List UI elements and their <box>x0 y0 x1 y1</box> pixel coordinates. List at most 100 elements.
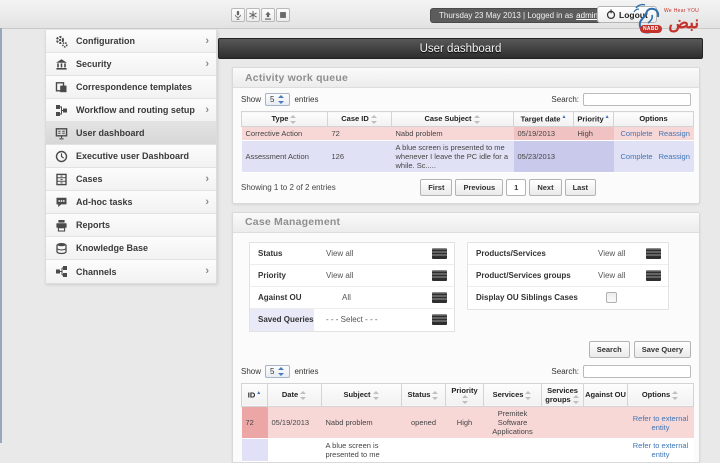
list-dropdown-icon[interactable] <box>646 248 661 259</box>
last-page-button[interactable]: Last <box>565 179 596 196</box>
list-dropdown-icon[interactable] <box>432 248 447 259</box>
gears-icon <box>46 35 76 48</box>
microphone-icon <box>233 10 243 21</box>
filter-products-services: Products/Services View all <box>468 243 668 265</box>
page-size-control: Show 5 entries <box>241 93 318 106</box>
cell-services-groups <box>542 407 584 439</box>
page-title: User dashboard <box>420 43 502 55</box>
column-header-type[interactable]: Type <box>242 112 328 127</box>
panel-title: Case Management <box>233 213 699 233</box>
list-dropdown-icon[interactable] <box>432 314 447 325</box>
entries-summary: Showing 1 to 2 of 2 entries <box>241 183 336 192</box>
cell-priority: High <box>446 407 484 439</box>
cell-services: Premitek Software Applications <box>484 407 542 439</box>
cell-status <box>402 439 446 462</box>
cell-priority <box>446 439 484 462</box>
reassign-link[interactable]: Reassign <box>659 129 690 138</box>
sidebar-item-cases[interactable]: Cases › <box>46 168 216 191</box>
column-header-subject[interactable]: Subject <box>322 383 402 407</box>
bank-icon <box>46 58 76 71</box>
speech-bubble-icon <box>46 196 76 209</box>
sidebar-item-knowledge-base[interactable]: Knowledge Base <box>46 237 216 260</box>
session-text: Thursday 23 May 2013 | Logged in as <box>439 11 573 20</box>
upload-arrow-icon <box>263 10 273 21</box>
sidebar-item-correspondence-templates[interactable]: Correspondence templates <box>46 76 216 99</box>
save-query-button[interactable]: Save Query <box>634 341 691 358</box>
activity-search: Search: <box>551 93 691 106</box>
sidebar-item-label: Ad-hoc tasks <box>76 197 133 207</box>
sidebar-item-workflow-routing[interactable]: Workflow and routing setup › <box>46 99 216 122</box>
chevron-right-icon: › <box>205 36 216 47</box>
column-header-services-groups[interactable]: Services groups <box>542 383 584 407</box>
column-header-target-date[interactable]: Target date▲ <box>514 112 574 127</box>
refer-external-entity-link[interactable]: Refer to external entity <box>633 441 688 459</box>
column-header-id[interactable]: ID▲ <box>242 383 268 407</box>
reassign-link[interactable]: Reassign <box>659 152 690 161</box>
search-button[interactable]: Search <box>589 341 630 358</box>
sidebar-item-reports[interactable]: Reports <box>46 214 216 237</box>
admin-user-link[interactable]: admin <box>576 11 598 20</box>
cell-subject: A blue screen is presented to me wheneve… <box>392 140 514 172</box>
column-header-date[interactable]: Date <box>268 383 322 407</box>
cell-options: Complete Reassign <box>614 140 694 172</box>
next-page-button[interactable]: Next <box>529 179 561 196</box>
filter-label: Product/Services groups <box>468 265 594 286</box>
column-header-services[interactable]: Services <box>484 383 542 407</box>
sort-icon <box>290 115 297 124</box>
complete-link[interactable]: Complete <box>621 152 653 161</box>
filter-label: Saved Queries <box>250 309 314 331</box>
table-row: Corrective Action 72 Nabd problem 05/19/… <box>242 126 694 140</box>
first-page-button[interactable]: First <box>420 179 452 196</box>
list-dropdown-icon[interactable] <box>432 270 447 281</box>
column-header-options[interactable]: Options <box>614 112 694 127</box>
column-header-case-subject[interactable]: Case Subject <box>392 112 514 127</box>
upload-button[interactable] <box>261 8 275 22</box>
templates-icon <box>46 81 76 94</box>
sidebar-item-label: User dashboard <box>76 128 145 138</box>
sidebar-item-label: Knowledge Base <box>76 243 148 253</box>
settings-button[interactable] <box>246 8 260 22</box>
cell-type: Assessment Action <box>242 140 328 172</box>
page-size-control: Show 5 entries <box>241 365 318 378</box>
sidebar-item-adhoc-tasks[interactable]: Ad-hoc tasks › <box>46 191 216 214</box>
sidebar-item-user-dashboard[interactable]: User dashboard <box>46 122 216 145</box>
column-header-priority[interactable]: Priority▲ <box>574 112 614 127</box>
filter-priority: Priority View all <box>250 265 454 287</box>
previous-page-button[interactable]: Previous <box>455 179 503 196</box>
column-header-priority[interactable]: Priority <box>446 383 484 407</box>
sidebar-item-configuration[interactable]: Configuration › <box>46 30 216 53</box>
cases-search-input[interactable] <box>583 365 691 378</box>
cell-priority: High <box>574 126 614 140</box>
logo-arabic-text: نبض <box>664 14 699 32</box>
entries-label: entries <box>294 367 318 376</box>
column-header-status[interactable]: Status <box>402 383 446 407</box>
filter-status: Status View all <box>250 243 454 265</box>
dashboard-board-icon <box>46 127 76 140</box>
sidebar-item-security[interactable]: Security › <box>46 53 216 76</box>
display-ou-siblings-checkbox[interactable] <box>606 292 617 303</box>
activity-table-controls: Show 5 entries Search: <box>233 88 699 111</box>
page-size-select[interactable]: 5 <box>265 365 290 378</box>
microphone-button[interactable] <box>231 8 245 22</box>
stop-button[interactable] <box>276 8 290 22</box>
main-content: User dashboard Activity work queue Show … <box>218 30 703 463</box>
refer-external-entity-link[interactable]: Refer to external entity <box>633 414 688 432</box>
table-row: Assessment Action 126 A blue screen is p… <box>242 140 694 172</box>
activity-table-footer: Showing 1 to 2 of 2 entries First Previo… <box>233 173 699 203</box>
sidebar-item-executive-dashboard[interactable]: Executive user Dashboard <box>46 145 216 168</box>
page-size-select[interactable]: 5 <box>265 93 290 106</box>
chevron-right-icon: › <box>205 197 216 208</box>
list-dropdown-icon[interactable] <box>646 270 661 281</box>
list-dropdown-icon[interactable] <box>432 292 447 303</box>
sidebar-item-channels[interactable]: Channels › <box>46 260 216 283</box>
column-header-options[interactable]: Options <box>628 383 694 407</box>
activity-search-input[interactable] <box>583 93 691 106</box>
table-row: A blue screen is presented to me Refer t… <box>242 439 694 462</box>
column-header-case-id[interactable]: Case ID <box>328 112 392 127</box>
cell-id: 72 <box>242 407 268 439</box>
column-header-against-ou[interactable]: Against OU <box>584 383 628 407</box>
cell-type: Corrective Action <box>242 126 328 140</box>
page-number-button[interactable]: 1 <box>506 179 526 196</box>
filter-product-services-groups: Product/Services groups View all <box>468 265 668 287</box>
complete-link[interactable]: Complete <box>621 129 653 138</box>
